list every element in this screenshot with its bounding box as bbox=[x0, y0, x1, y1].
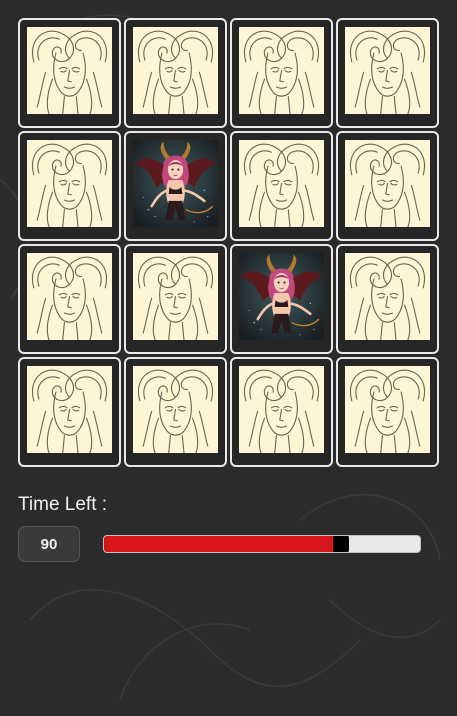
time-left-value: 90 bbox=[18, 526, 80, 562]
card-back-sketch-image bbox=[239, 140, 324, 227]
demon-girl-card-image bbox=[133, 140, 218, 227]
memory-card[interactable] bbox=[18, 131, 121, 241]
time-left-label: Time Left : bbox=[18, 494, 108, 515]
card-grid bbox=[18, 18, 439, 467]
card-back-sketch-image bbox=[133, 27, 218, 114]
card-back-sketch-image bbox=[239, 27, 324, 114]
memory-card[interactable] bbox=[18, 244, 121, 354]
card-back-sketch-image bbox=[239, 366, 324, 453]
memory-card[interactable] bbox=[336, 18, 439, 128]
memory-card[interactable] bbox=[18, 18, 121, 128]
card-back-sketch-image bbox=[133, 253, 218, 340]
card-back-sketch-image bbox=[27, 253, 112, 340]
memory-card[interactable] bbox=[336, 357, 439, 467]
card-back-sketch-image bbox=[345, 140, 430, 227]
memory-card[interactable] bbox=[124, 244, 227, 354]
demon-girl-card-image bbox=[239, 253, 324, 340]
card-back-sketch-image bbox=[345, 366, 430, 453]
time-progress-bar bbox=[103, 535, 421, 553]
time-progress-handle bbox=[333, 536, 349, 552]
memory-card[interactable] bbox=[230, 357, 333, 467]
memory-card[interactable] bbox=[230, 18, 333, 128]
card-back-sketch-image bbox=[345, 253, 430, 340]
memory-card[interactable] bbox=[18, 357, 121, 467]
card-back-sketch-image bbox=[27, 366, 112, 453]
time-progress-fill bbox=[104, 536, 341, 552]
memory-card[interactable] bbox=[336, 131, 439, 241]
memory-card[interactable] bbox=[336, 244, 439, 354]
memory-card[interactable] bbox=[230, 131, 333, 241]
memory-card[interactable] bbox=[230, 244, 333, 354]
memory-card[interactable] bbox=[124, 357, 227, 467]
card-back-sketch-image bbox=[345, 27, 430, 114]
memory-card[interactable] bbox=[124, 131, 227, 241]
memory-card[interactable] bbox=[124, 18, 227, 128]
card-back-sketch-image bbox=[27, 140, 112, 227]
card-back-sketch-image bbox=[27, 27, 112, 114]
card-back-sketch-image bbox=[133, 366, 218, 453]
